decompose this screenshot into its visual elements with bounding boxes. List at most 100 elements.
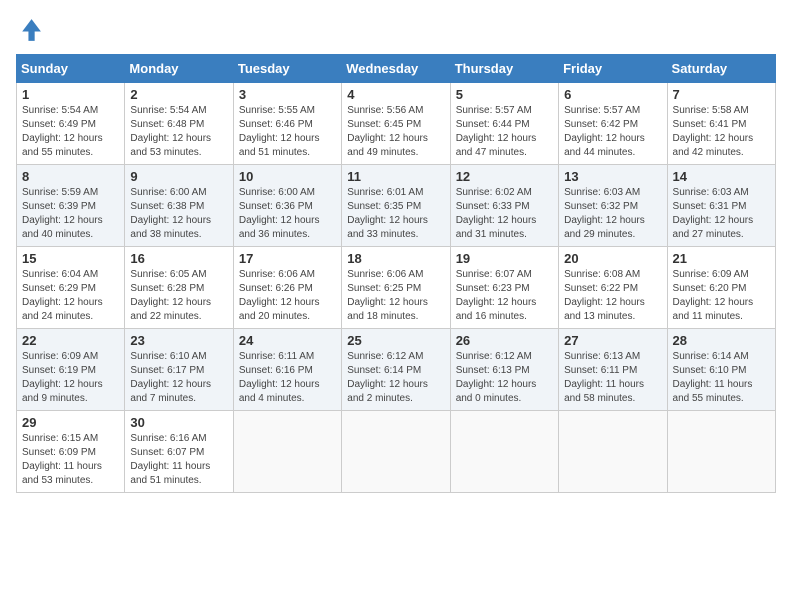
calendar-week-row: 15Sunrise: 6:04 AMSunset: 6:29 PMDayligh… xyxy=(17,247,776,329)
day-number: 14 xyxy=(673,169,770,184)
day-number: 10 xyxy=(239,169,336,184)
column-header-saturday: Saturday xyxy=(667,55,775,83)
day-info: Sunrise: 6:09 AMSunset: 6:19 PMDaylight:… xyxy=(22,350,119,406)
calendar-cell: 12 Sunrise: 6:02 AMSunset: 6:33 PMDayligh… xyxy=(450,165,558,247)
day-number: 21 xyxy=(673,251,770,266)
day-number: 19 xyxy=(456,251,553,266)
day-info: Sunrise: 6:09 AMSunset: 6:20 PMDaylight:… xyxy=(673,268,770,324)
calendar-cell xyxy=(233,411,341,493)
day-number: 24 xyxy=(239,333,336,348)
day-number: 18 xyxy=(347,251,444,266)
calendar-cell: 26 Sunrise: 6:12 AMSunset: 6:13 PMDayligh… xyxy=(450,329,558,411)
page-header xyxy=(16,16,776,44)
calendar-cell: 13Sunrise: 6:03 AMSunset: 6:32 PMDayligh… xyxy=(559,165,667,247)
day-info: Sunrise: 6:16 AMSunset: 6:07 PMDaylight:… xyxy=(130,432,227,488)
day-number: 11 xyxy=(347,169,444,184)
day-info: Sunrise: 6:10 AMSunset: 6:17 PMDaylight:… xyxy=(130,350,227,406)
day-info: Sunrise: 6:00 AMSunset: 6:38 PMDaylight:… xyxy=(130,186,227,242)
calendar-cell: 19 Sunrise: 6:07 AMSunset: 6:23 PMDayligh… xyxy=(450,247,558,329)
calendar-cell: 3 Sunrise: 5:55 AMSunset: 6:46 PMDaylight… xyxy=(233,83,341,165)
day-number: 16 xyxy=(130,251,227,266)
calendar-cell: 22 Sunrise: 6:09 AMSunset: 6:19 PMDayligh… xyxy=(17,329,125,411)
day-number: 25 xyxy=(347,333,444,348)
calendar-week-row: 8Sunrise: 5:59 AMSunset: 6:39 PMDaylight… xyxy=(17,165,776,247)
day-info: Sunrise: 6:15 AMSunset: 6:09 PMDaylight:… xyxy=(22,432,119,488)
day-info: Sunrise: 5:56 AMSunset: 6:45 PMDaylight:… xyxy=(347,104,444,160)
day-info: Sunrise: 6:07 AMSunset: 6:23 PMDaylight:… xyxy=(456,268,553,324)
calendar-cell: 17Sunrise: 6:06 AMSunset: 6:26 PMDayligh… xyxy=(233,247,341,329)
column-header-wednesday: Wednesday xyxy=(342,55,450,83)
day-number: 4 xyxy=(347,87,444,102)
calendar-cell: 5 Sunrise: 5:57 AMSunset: 6:44 PMDaylight… xyxy=(450,83,558,165)
calendar-cell: 2 Sunrise: 5:54 AMSunset: 6:48 PMDaylight… xyxy=(125,83,233,165)
calendar-cell: 23 Sunrise: 6:10 AMSunset: 6:17 PMDayligh… xyxy=(125,329,233,411)
day-info: Sunrise: 6:11 AMSunset: 6:16 PMDaylight:… xyxy=(239,350,336,406)
day-number: 20 xyxy=(564,251,661,266)
day-info: Sunrise: 6:00 AMSunset: 6:36 PMDaylight:… xyxy=(239,186,336,242)
column-header-thursday: Thursday xyxy=(450,55,558,83)
calendar-table: SundayMondayTuesdayWednesdayThursdayFrid… xyxy=(16,54,776,493)
calendar-cell: 8Sunrise: 5:59 AMSunset: 6:39 PMDaylight… xyxy=(17,165,125,247)
day-number: 7 xyxy=(673,87,770,102)
calendar-cell: 7 Sunrise: 5:58 AMSunset: 6:41 PMDaylight… xyxy=(667,83,775,165)
calendar-header-row: SundayMondayTuesdayWednesdayThursdayFrid… xyxy=(17,55,776,83)
day-number: 5 xyxy=(456,87,553,102)
day-info: Sunrise: 5:57 AMSunset: 6:42 PMDaylight:… xyxy=(564,104,661,160)
day-info: Sunrise: 6:13 AMSunset: 6:11 PMDaylight:… xyxy=(564,350,661,406)
calendar-cell: 4 Sunrise: 5:56 AMSunset: 6:45 PMDaylight… xyxy=(342,83,450,165)
calendar-cell: 27Sunrise: 6:13 AMSunset: 6:11 PMDayligh… xyxy=(559,329,667,411)
calendar-week-row: 1 Sunrise: 5:54 AMSunset: 6:49 PMDaylight… xyxy=(17,83,776,165)
calendar-cell xyxy=(450,411,558,493)
calendar-cell xyxy=(667,411,775,493)
calendar-cell: 18 Sunrise: 6:06 AMSunset: 6:25 PMDayligh… xyxy=(342,247,450,329)
day-info: Sunrise: 6:14 AMSunset: 6:10 PMDaylight:… xyxy=(673,350,770,406)
day-number: 23 xyxy=(130,333,227,348)
day-info: Sunrise: 6:12 AMSunset: 6:14 PMDaylight:… xyxy=(347,350,444,406)
column-header-friday: Friday xyxy=(559,55,667,83)
day-number: 2 xyxy=(130,87,227,102)
column-header-monday: Monday xyxy=(125,55,233,83)
day-number: 6 xyxy=(564,87,661,102)
day-number: 26 xyxy=(456,333,553,348)
calendar-cell: 16Sunrise: 6:05 AMSunset: 6:28 PMDayligh… xyxy=(125,247,233,329)
calendar-cell: 29 Sunrise: 6:15 AMSunset: 6:09 PMDayligh… xyxy=(17,411,125,493)
day-info: Sunrise: 5:57 AMSunset: 6:44 PMDaylight:… xyxy=(456,104,553,160)
day-number: 30 xyxy=(130,415,227,430)
day-number: 12 xyxy=(456,169,553,184)
day-number: 3 xyxy=(239,87,336,102)
calendar-cell xyxy=(342,411,450,493)
day-info: Sunrise: 6:06 AMSunset: 6:25 PMDaylight:… xyxy=(347,268,444,324)
calendar-cell: 15Sunrise: 6:04 AMSunset: 6:29 PMDayligh… xyxy=(17,247,125,329)
calendar-cell: 20 Sunrise: 6:08 AMSunset: 6:22 PMDayligh… xyxy=(559,247,667,329)
day-number: 8 xyxy=(22,169,119,184)
day-info: Sunrise: 5:55 AMSunset: 6:46 PMDaylight:… xyxy=(239,104,336,160)
day-number: 9 xyxy=(130,169,227,184)
day-info: Sunrise: 6:12 AMSunset: 6:13 PMDaylight:… xyxy=(456,350,553,406)
calendar-cell: 10 Sunrise: 6:00 AMSunset: 6:36 PMDayligh… xyxy=(233,165,341,247)
day-number: 15 xyxy=(22,251,119,266)
day-info: Sunrise: 6:01 AMSunset: 6:35 PMDaylight:… xyxy=(347,186,444,242)
day-number: 22 xyxy=(22,333,119,348)
calendar-cell: 6 Sunrise: 5:57 AMSunset: 6:42 PMDaylight… xyxy=(559,83,667,165)
logo-icon xyxy=(16,16,44,44)
calendar-cell xyxy=(559,411,667,493)
calendar-cell: 1 Sunrise: 5:54 AMSunset: 6:49 PMDaylight… xyxy=(17,83,125,165)
day-info: Sunrise: 6:03 AMSunset: 6:32 PMDaylight:… xyxy=(564,186,661,242)
calendar-week-row: 22 Sunrise: 6:09 AMSunset: 6:19 PMDayligh… xyxy=(17,329,776,411)
calendar-cell: 25 Sunrise: 6:12 AMSunset: 6:14 PMDayligh… xyxy=(342,329,450,411)
column-header-sunday: Sunday xyxy=(17,55,125,83)
day-info: Sunrise: 6:06 AMSunset: 6:26 PMDaylight:… xyxy=(239,268,336,324)
calendar-cell: 11 Sunrise: 6:01 AMSunset: 6:35 PMDayligh… xyxy=(342,165,450,247)
day-number: 29 xyxy=(22,415,119,430)
day-info: Sunrise: 6:03 AMSunset: 6:31 PMDaylight:… xyxy=(673,186,770,242)
day-info: Sunrise: 5:58 AMSunset: 6:41 PMDaylight:… xyxy=(673,104,770,160)
calendar-cell: 28 Sunrise: 6:14 AMSunset: 6:10 PMDayligh… xyxy=(667,329,775,411)
calendar-cell: 9 Sunrise: 6:00 AMSunset: 6:38 PMDaylight… xyxy=(125,165,233,247)
day-info: Sunrise: 5:54 AMSunset: 6:49 PMDaylight:… xyxy=(22,104,119,160)
calendar-cell: 14 Sunrise: 6:03 AMSunset: 6:31 PMDayligh… xyxy=(667,165,775,247)
day-info: Sunrise: 6:02 AMSunset: 6:33 PMDaylight:… xyxy=(456,186,553,242)
day-info: Sunrise: 5:54 AMSunset: 6:48 PMDaylight:… xyxy=(130,104,227,160)
day-number: 28 xyxy=(673,333,770,348)
day-number: 1 xyxy=(22,87,119,102)
day-info: Sunrise: 6:08 AMSunset: 6:22 PMDaylight:… xyxy=(564,268,661,324)
